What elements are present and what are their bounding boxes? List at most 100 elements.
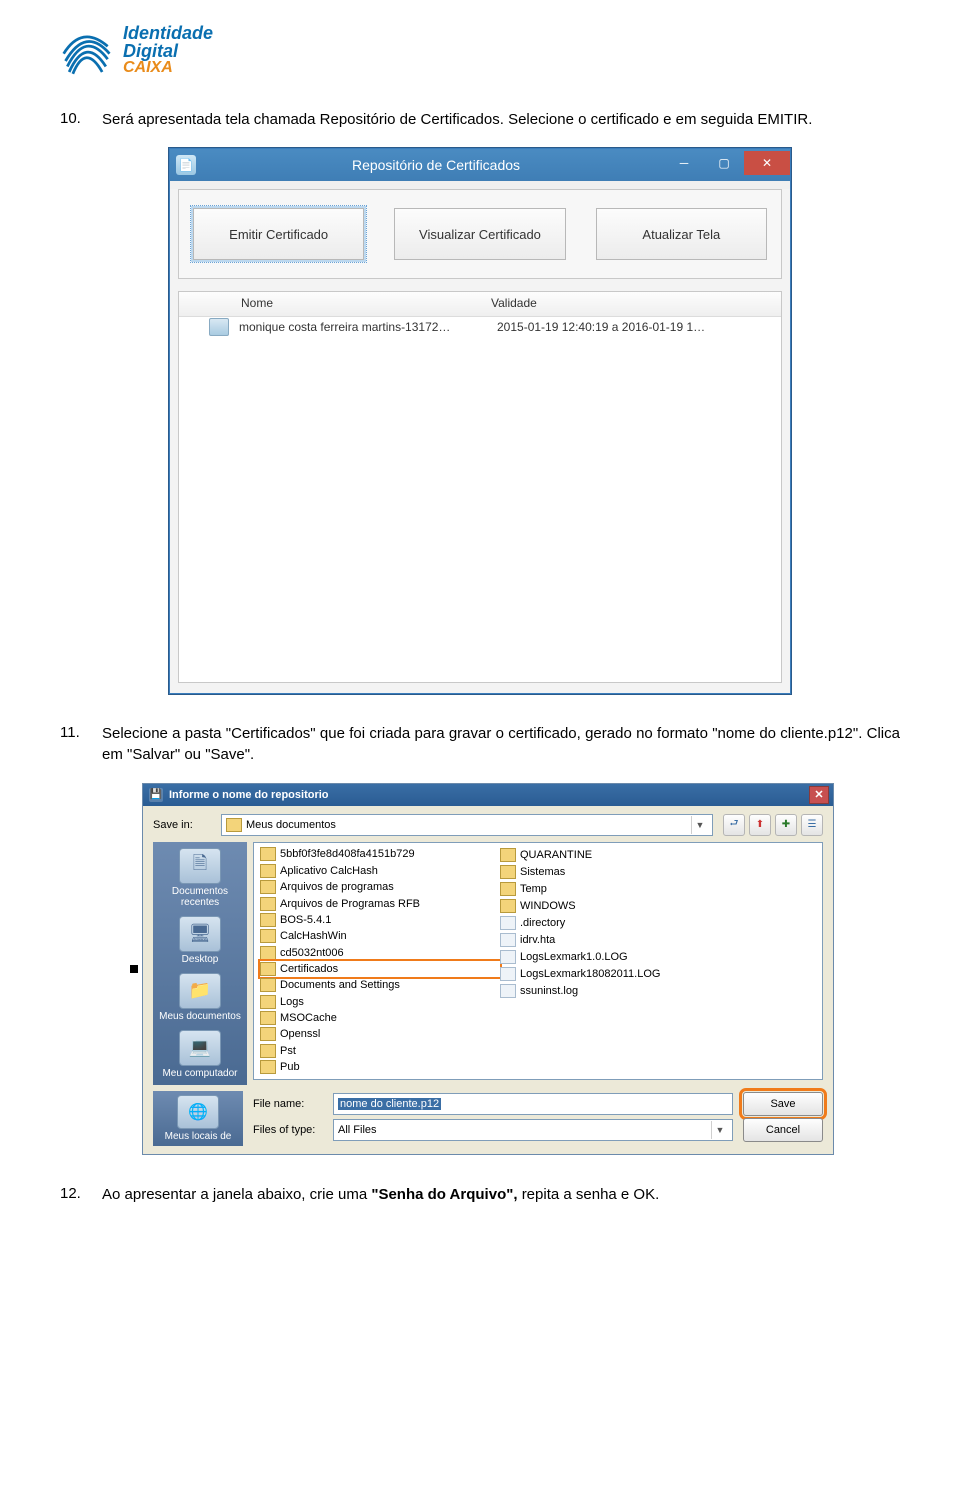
list-item[interactable]: Arquivos de programas [260, 879, 500, 894]
list-item[interactable]: Sistemas [500, 864, 816, 880]
folder-icon [500, 882, 516, 896]
savein-label: Save in: [153, 819, 211, 831]
dialog-close-button[interactable]: ✕ [809, 786, 829, 804]
list-item[interactable]: Temp [500, 881, 816, 897]
folder-icon [260, 929, 276, 943]
mydocs-icon: 📁 [179, 973, 221, 1009]
fingerprint-icon [60, 20, 115, 80]
nav-views-icon[interactable]: ☰ [801, 814, 823, 836]
cancel-button[interactable]: Cancel [743, 1118, 823, 1142]
app-icon: 📄 [176, 155, 196, 175]
folder-certificados[interactable]: Certificados [260, 961, 500, 976]
network-icon: 🌐 [177, 1095, 219, 1129]
folder-icon [260, 1027, 276, 1041]
repo-window-title: Repositório de Certificados [208, 157, 664, 173]
certificate-row[interactable]: monique costa ferreira martins-13172… 20… [179, 317, 781, 337]
list-item[interactable]: ssuninst.log [500, 983, 816, 999]
cert-name: monique costa ferreira martins-13172… [239, 320, 497, 334]
save-dialog-titlebar: 💾 Informe o nome do repositorio ✕ [143, 784, 833, 806]
filetype-combo[interactable]: All Files ▼ [333, 1119, 733, 1141]
folder-icon [260, 880, 276, 894]
cert-validity: 2015-01-19 12:40:19 a 2016-01-19 1… [497, 320, 781, 334]
file-pane[interactable]: 5bbf0f3fe8d408fa4151b729Aplicativo CalcH… [253, 842, 823, 1080]
folder-icon [260, 913, 276, 927]
close-button[interactable] [744, 151, 790, 175]
list-item[interactable]: Openssl [260, 1027, 500, 1042]
savein-combo[interactable]: Meus documentos ▼ [221, 814, 713, 836]
place-mycomputer[interactable]: 💻 Meu computador [157, 1030, 243, 1079]
file-icon [500, 933, 516, 947]
place-recent[interactable]: 🗎 Documentos recentes [157, 848, 243, 908]
list-item[interactable]: Aplicativo CalcHash [260, 863, 500, 878]
filename-input[interactable]: nome do cliente.p12 [333, 1093, 733, 1115]
list-item[interactable]: CalcHashWin [260, 929, 500, 944]
step11-text: Selecione a pasta "Certificados" que foi… [102, 724, 900, 765]
chevron-down-icon: ▼ [711, 1121, 728, 1139]
filetype-value: All Files [338, 1124, 377, 1136]
col-header-validade[interactable]: Validade [491, 292, 781, 316]
minimize-button[interactable] [664, 151, 704, 175]
filename-value: nome do cliente.p12 [338, 1098, 441, 1110]
list-item[interactable]: Pst [260, 1043, 500, 1058]
file-icon [500, 916, 516, 930]
savein-value: Meus documentos [246, 819, 336, 831]
list-item[interactable]: Arquivos de Programas RFB [260, 896, 500, 911]
emit-certificate-button[interactable]: Emitir Certificado [193, 208, 364, 260]
list-item[interactable]: Pub [260, 1059, 500, 1074]
folder-icon [500, 865, 516, 879]
folder-icon [260, 864, 276, 878]
certificate-list: Nome Validade monique costa ferreira mar… [178, 291, 782, 683]
repo-window: 📄 Repositório de Certificados Emitir Cer… [169, 148, 791, 694]
filetype-label: Files of type: [253, 1124, 323, 1136]
list-item[interactable]: LogsLexmark18082011.LOG [500, 966, 816, 982]
folder-icon [260, 1011, 276, 1025]
folder-icon [260, 946, 276, 960]
bullet-marker [130, 965, 138, 973]
folder-icon [260, 962, 276, 976]
save-dialog-title: Informe o nome do repositorio [169, 789, 329, 801]
list-item[interactable]: BOS-5.4.1 [260, 912, 500, 927]
save-dialog: 💾 Informe o nome do repositorio ✕ Save i… [142, 783, 834, 1155]
filename-label: File name: [253, 1098, 323, 1110]
recent-docs-icon: 🗎 [179, 848, 221, 884]
nav-up-icon[interactable]: ⬆ [749, 814, 771, 836]
list-item[interactable]: cd5032nt006 [260, 945, 500, 960]
step10-number: 10. [60, 110, 102, 127]
save-button[interactable]: Save [743, 1092, 823, 1116]
folder-icon [260, 995, 276, 1009]
file-icon [500, 984, 516, 998]
logo-line3: CAIXA [123, 60, 213, 76]
file-icon [500, 950, 516, 964]
list-item[interactable]: 5bbf0f3fe8d408fa4151b729 [260, 847, 500, 862]
folder-icon [226, 818, 242, 832]
view-certificate-button[interactable]: Visualizar Certificado [394, 208, 565, 260]
place-desktop[interactable]: 🖥 Desktop [157, 916, 243, 965]
logo-line2: Digital [123, 42, 213, 60]
step11-number: 11. [60, 724, 102, 741]
list-item[interactable]: .directory [500, 915, 816, 931]
folder-icon [500, 848, 516, 862]
folder-icon [260, 1044, 276, 1058]
folder-icon [260, 1060, 276, 1074]
list-item[interactable]: QUARANTINE [500, 847, 816, 863]
refresh-button[interactable]: Atualizar Tela [596, 208, 767, 260]
place-mydocs[interactable]: 📁 Meus documentos [157, 973, 243, 1022]
list-item[interactable]: Documents and Settings [260, 978, 500, 993]
folder-icon [500, 899, 516, 913]
step12-text: Ao apresentar a janela abaixo, crie uma … [102, 1185, 900, 1205]
maximize-button[interactable] [704, 151, 744, 175]
list-item[interactable]: idrv.hta [500, 932, 816, 948]
col-header-nome[interactable]: Nome [241, 292, 491, 316]
desktop-icon: 🖥 [179, 916, 221, 952]
folder-icon [260, 847, 276, 861]
nav-new-folder-icon[interactable]: ✚ [775, 814, 797, 836]
list-item[interactable]: WINDOWS [500, 898, 816, 914]
list-item[interactable]: LogsLexmark1.0.LOG [500, 949, 816, 965]
place-network[interactable]: 🌐 Meus locais de [153, 1091, 243, 1146]
repo-titlebar: 📄 Repositório de Certificados [170, 149, 790, 181]
list-item[interactable]: MSOCache [260, 1010, 500, 1025]
folder-icon [260, 978, 276, 992]
step12-number: 12. [60, 1185, 102, 1202]
list-item[interactable]: Logs [260, 994, 500, 1009]
nav-back-icon[interactable]: ⮐ [723, 814, 745, 836]
